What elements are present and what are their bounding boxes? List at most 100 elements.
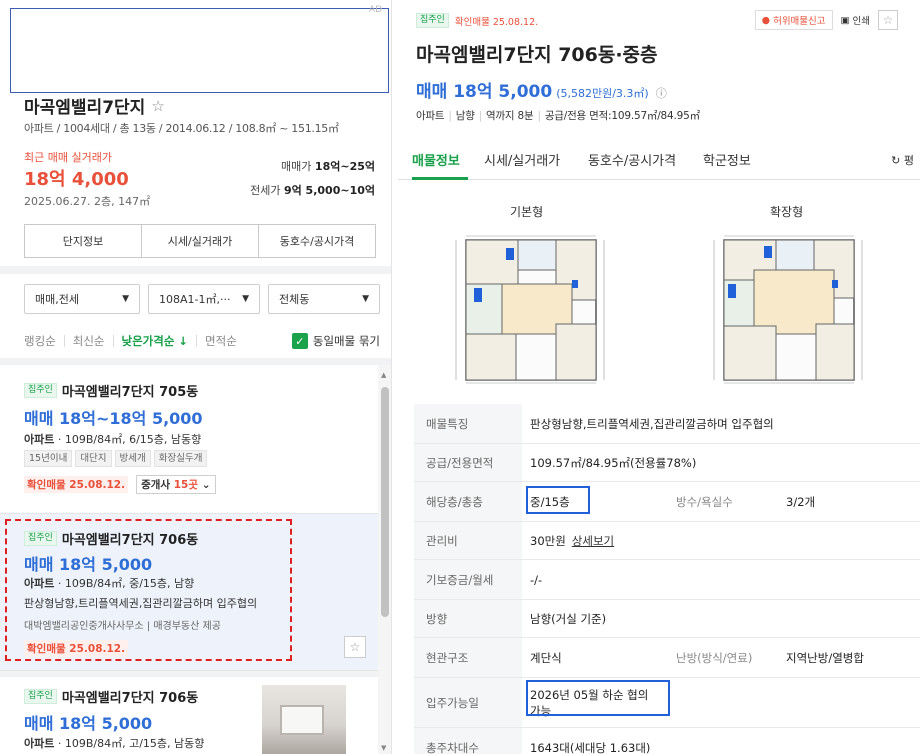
listing-tags: 15년이내 대단지 방세개 화장실두개 [24, 450, 208, 467]
row-value: 남향(거실 기준) [530, 611, 607, 626]
sale-price-range: 매매가 18억~25억 [281, 158, 375, 174]
tag: 대단지 [75, 450, 112, 467]
listing-agent: 대박엠밸리공인중개사사무소 | 매경부동산 제공 [24, 621, 221, 632]
price-per-unit: (5,582만원/3.3㎡) [556, 87, 649, 100]
broker-count: 15곳 [173, 479, 199, 491]
complex-title-row: 마곡엠밸리7단지 ☆ [24, 93, 165, 119]
table-row: 총주차대수 1643대(세대당 1.63대) [414, 728, 920, 754]
listing-photo[interactable] [262, 685, 346, 754]
table-row: 입주가능일 2026년 05월 하순 협의 가능 [414, 678, 920, 728]
tab-market-price[interactable]: 시세/실거래가 [142, 225, 259, 257]
listing-price: 매매 18억~18억 5,000 [24, 409, 203, 428]
group-same-listings-toggle[interactable]: ✓ 동일매물 묶기 [291, 333, 380, 349]
scroll-thumb[interactable] [381, 387, 389, 617]
row-value: -/- [530, 572, 543, 587]
row-value: 1643대(세대당 1.63대) [530, 740, 651, 754]
listing-spec-detail: · 109B/84㎡, 6/15층, 남동향 [54, 433, 202, 446]
chevron-down-icon: ▼ [242, 294, 249, 304]
detail-price: 매매 18억 5,000 [416, 82, 553, 102]
scroll-up-icon[interactable]: ▲ [381, 371, 386, 379]
tab-market-price[interactable]: 시세/실거래가 [484, 150, 560, 169]
floor-plan-basic-image[interactable] [452, 232, 608, 386]
favorite-star-icon[interactable]: ☆ [344, 636, 366, 658]
report-label: 허위매물신고 [773, 16, 826, 27]
detail-price-row: 매매 18억 5,000 (5,582만원/3.3㎡) ⓘ [416, 77, 667, 102]
listing-detail-panel: 집주인 확인매물 25.08.12. ● 허위매물신고 ▣ 인쇄 ☆ 마곡엠밸리7단… [398, 0, 920, 754]
listing-price: 매매 18억 5,000 [24, 555, 153, 574]
row-label: 공급/전용면적 [414, 444, 522, 481]
ad-corner-label: AD [368, 5, 382, 15]
row-label: 기보증금/월세 [414, 560, 522, 599]
trade-type-value: 매매,전세 [35, 293, 79, 306]
listing-scrollbar[interactable]: ▲ ▼ [378, 365, 391, 754]
row-value: 109.57㎡/84.95㎡(전용률78%) [530, 455, 697, 470]
listing-spec: 아파트 · 109B/84㎡, 6/15층, 남동향 [24, 431, 201, 447]
help-circle-icon[interactable]: ⓘ [656, 85, 667, 101]
tab-complex-info[interactable]: 단지정보 [25, 225, 142, 257]
print-button[interactable]: ▣ 인쇄 [839, 11, 872, 29]
owner-badge: 집주인 [24, 383, 57, 398]
photo-window [280, 705, 324, 735]
maintenance-detail-link[interactable]: 상세보기 [572, 533, 614, 549]
listing-item[interactable]: 집주인 마곡엠밸리7단지 706동 매매 18억 5,000 아파트 · 109… [0, 677, 378, 754]
rent-range-value: 9억 5,000~10억 [283, 184, 375, 197]
tab-unit-price[interactable]: 동호수/공시가격 [259, 225, 375, 257]
row-value-2: 3/2개 [786, 494, 816, 509]
detail-tabs: 매물정보 시세/실거래가 동호수/공시가격 학군정보 ↻ 평 [398, 140, 920, 180]
favorite-star-icon[interactable]: ☆ [878, 10, 898, 30]
tab-listing-info[interactable]: 매물정보 [412, 150, 460, 169]
broker-count-button[interactable]: 중개사 15곳 ⌄ [136, 475, 216, 494]
detail-actions: ● 허위매물신고 ▣ 인쇄 ☆ [754, 10, 898, 30]
tab-unit-price[interactable]: 동호수/공시가격 [588, 150, 676, 169]
table-row: 해당층/총층 중/15층 방수/욕실수 3/2개 [414, 482, 920, 522]
row-label: 방향 [414, 600, 522, 637]
sort-low-price[interactable]: 낮은가격순 ↓ [114, 335, 198, 347]
owner-badge: 집주인 [24, 689, 57, 704]
row-value: 계단식 [530, 650, 562, 665]
row-label: 입주가능일 [414, 678, 522, 727]
sort-latest[interactable]: 최신순 [65, 335, 114, 347]
tab-school-info[interactable]: 학군정보 [703, 150, 751, 169]
checkbox-checked-icon[interactable]: ✓ [291, 333, 308, 349]
row-value-2: 지역난방/열병합 [786, 650, 864, 665]
area-unit-toggle[interactable]: ↻ 평 [891, 152, 914, 168]
complex-meta: 아파트 / 1004세대 / 총 13동 / 2014.06.12 / 108.… [24, 122, 339, 135]
row-value: 30만원 상세보기 [530, 522, 614, 559]
row-value: 판상형남향,트리플역세권,집관리깔금하며 입주협의 [530, 416, 774, 431]
row-value: 2026년 05월 하순 협의 가능 [530, 678, 648, 727]
listing-title: 마곡엠밸리7단지 705동 [61, 385, 199, 400]
verified-date: 확인매물 25.08.12. [454, 16, 539, 28]
section-separator [0, 358, 391, 365]
table-row: 기보증금/월세 -/- [414, 560, 920, 600]
table-row: 매물특징 판상형남향,트리플역세권,집관리깔금하며 입주협의 [414, 404, 920, 444]
jeonse-price-range: 전세가 9억 5,000~10억 [250, 182, 375, 198]
row-label: 총주차대수 [414, 728, 522, 754]
row-label: 관리비 [414, 522, 522, 559]
verified-date: 확인매물 25.08.12. [24, 476, 129, 493]
sort-row: 랭킹순 최신순 낮은가격순 ↓ 면적순 ✓ 동일매물 묶기 [24, 333, 380, 349]
table-row: 관리비 30만원 상세보기 [414, 522, 920, 560]
complex-info-tabs: 단지정보 시세/실거래가 동호수/공시가격 [24, 224, 376, 258]
listing-item[interactable]: 집주인 마곡엠밸리7단지 705동 매매 18억~18억 5,000 아파트 ·… [0, 365, 378, 513]
print-label: 인쇄 [852, 16, 870, 27]
complex-panel: AD 마곡엠밸리7단지 ☆ 아파트 / 1004세대 / 총 13동 / 201… [0, 0, 392, 754]
scroll-down-icon[interactable]: ▼ [381, 744, 386, 752]
floor-plan-extended-image[interactable] [710, 232, 866, 386]
search-box[interactable]: AD [10, 5, 389, 93]
move-in-line1: 2026년 05월 하순 협의 [530, 687, 649, 702]
listing-title: 마곡엠밸리7단지 706동 [61, 691, 199, 706]
listing-item-selected[interactable]: 집주인 마곡엠밸리7단지 706동 매매 18억 5,000 아파트 · 109… [0, 514, 378, 670]
report-fake-listing-button[interactable]: ● 허위매물신고 [754, 10, 833, 30]
table-row: 현관구조 계단식 난방(방식/연료) 지역난방/열병합 [414, 638, 920, 678]
favorite-star-icon[interactable]: ☆ [151, 97, 164, 115]
sort-ranking[interactable]: 랭킹순 [24, 335, 65, 347]
meta-station: 역까지 8분 [486, 110, 534, 122]
sort-area[interactable]: 면적순 [197, 335, 245, 347]
maintenance-fee: 30만원 [530, 533, 566, 548]
floor-plan-basic-label: 기본형 [510, 205, 544, 219]
building-select[interactable]: 전체동 ▼ [268, 284, 380, 314]
row-label-2: 난방(방식/연료) [676, 650, 753, 665]
trade-type-select[interactable]: 매매,전세 ▼ [24, 284, 140, 314]
floor-plan-extended-label: 확장형 [770, 205, 804, 219]
area-select[interactable]: 108A1-1㎡,··· ▼ [148, 284, 260, 314]
